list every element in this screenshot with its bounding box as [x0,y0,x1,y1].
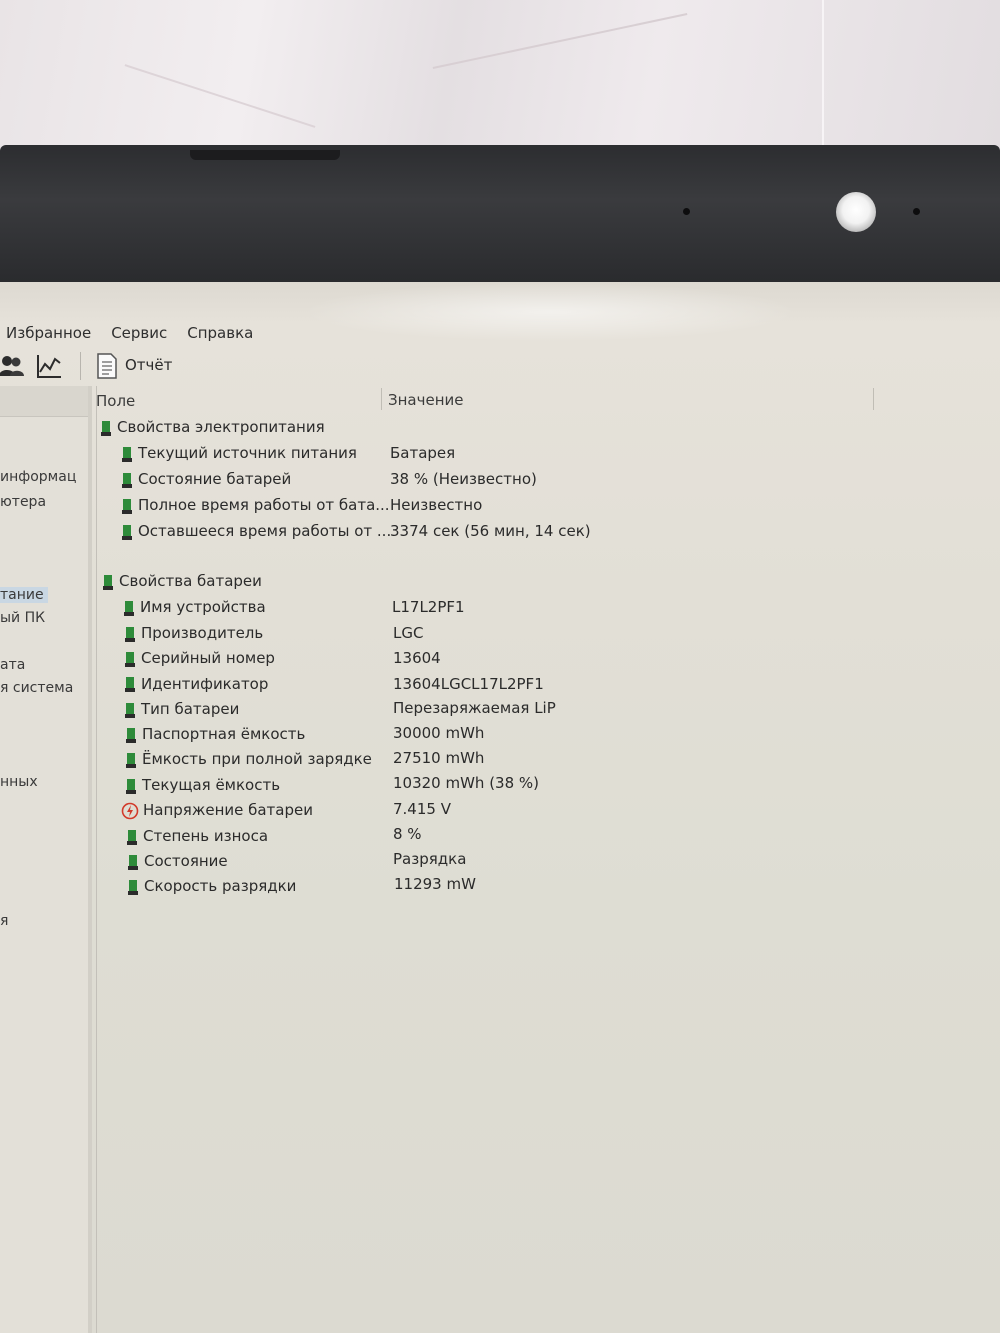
battery-icon [126,779,136,794]
sensor-dot [683,208,690,215]
nav-item[interactable]: ютера [0,494,46,510]
battery-icon [125,627,135,642]
pane-border [96,386,97,1333]
value-battery-voltage: 7.415 V [393,800,451,818]
menu-bar: Избранное Сервис Справка [0,320,1000,346]
field-design-capacity[interactable]: Паспортная ёмкость [142,725,305,743]
nav-item-power-selected[interactable]: тание [0,587,48,603]
value-battery-type: Перезаряжаемая LiP [393,699,556,717]
report-button[interactable]: Отчёт [125,356,172,374]
table-header: Поле Значение [92,386,1000,414]
value-state: Разрядка [393,850,467,868]
battery-icon [122,473,132,488]
menu-favorites[interactable]: Избранное [6,324,91,342]
field-power-source[interactable]: Текущий источник питания [138,444,357,462]
battery-icon [122,447,132,462]
value-discharge-rate: 11293 mW [394,875,476,893]
column-resize-handle[interactable] [873,388,874,410]
marble-wall [0,0,1000,150]
navigation-pane-header [0,386,88,417]
value-full-charge-capacity: 27510 mWh [393,749,485,767]
value-battery-status: 38 % (Неизвестно) [390,470,537,488]
battery-icon [101,421,111,436]
value-identifier: 13604LGCL17L2PF1 [393,675,544,693]
nav-item[interactable]: ата [0,657,25,673]
battery-icon [125,703,135,718]
value-power-source: Батарея [390,444,456,462]
field-wear-level[interactable]: Степень износа [143,827,268,845]
field-device-name[interactable]: Имя устройства [140,598,266,616]
battery-icon [127,830,137,845]
value-full-runtime: Неизвестно [390,496,483,514]
battery-icon [128,855,138,870]
voltage-icon [121,802,139,820]
field-discharge-rate[interactable]: Скорость разрядки [144,877,296,895]
battery-icon [126,728,136,743]
value-current-capacity: 10320 mWh (38 %) [393,774,540,792]
nav-item[interactable]: информац [0,469,76,485]
value-manufacturer: LGC [393,624,424,642]
battery-icon [122,499,132,514]
field-identifier[interactable]: Идентификатор [141,675,268,693]
battery-icon [125,677,135,692]
battery-icon [125,652,135,667]
group-title-battery[interactable]: Свойства батареи [119,572,262,590]
nav-item[interactable]: я система [0,680,73,696]
field-battery-voltage[interactable]: Напряжение батареи [143,801,313,819]
field-full-charge-capacity[interactable]: Ёмкость при полной зарядке [142,750,372,768]
toolbar-separator [80,352,81,380]
pane-splitter[interactable] [88,386,92,1333]
battery-icon [124,601,134,616]
report-icon[interactable] [93,352,121,380]
navigation-pane [0,386,89,1333]
field-manufacturer[interactable]: Производитель [141,624,263,642]
bezel-notch [190,150,340,160]
column-resize-handle[interactable] [381,388,382,410]
value-serial-number: 13604 [393,649,441,667]
webcam-led [836,192,876,232]
group-title-power[interactable]: Свойства электропитания [117,418,325,436]
menu-service[interactable]: Сервис [111,324,167,342]
nav-item[interactable]: ый ПК [0,610,45,626]
users-icon[interactable] [0,352,26,380]
value-design-capacity: 30000 mWh [393,724,485,742]
field-battery-status[interactable]: Состояние батарей [138,470,291,488]
field-current-capacity[interactable]: Текущая ёмкость [142,776,280,794]
sensor-dot [913,208,920,215]
column-header-field[interactable]: Поле [96,392,135,410]
nav-item[interactable]: я [0,913,8,929]
battery-icon [122,525,132,540]
column-header-value[interactable]: Значение [388,391,464,409]
value-remaining-runtime: 3374 сек (56 мин, 14 сек) [390,522,591,540]
wall-seam [822,0,824,150]
field-serial-number[interactable]: Серийный номер [141,649,275,667]
value-wear-level: 8 % [393,825,422,843]
battery-icon [126,753,136,768]
battery-icon [103,575,113,590]
menu-help[interactable]: Справка [187,324,253,342]
value-device-name: L17L2PF1 [392,598,465,616]
field-full-runtime[interactable]: Полное время работы от бата... [138,496,390,514]
nav-item[interactable]: нных [0,774,38,790]
chart-icon[interactable] [35,352,63,380]
field-state[interactable]: Состояние [144,852,228,870]
battery-icon [128,880,138,895]
field-remaining-runtime[interactable]: Оставшееся время работы от ... [138,522,391,540]
field-battery-type[interactable]: Тип батареи [141,700,239,718]
